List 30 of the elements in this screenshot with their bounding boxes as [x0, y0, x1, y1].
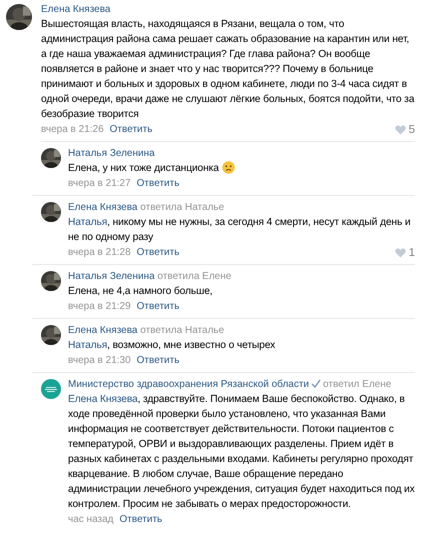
comment-text: Елена Князева, здравствуйте. Понимаем Ваше беспокойство. Однако, в ходе проведённой проверки было установлено, что указанная Вами информация не соответствует действительности. Потоки пациентов с температурой, ОРВИ и выздоравливающих разделены. Прием идёт в разных кабинетах с раздельными входами. Кабинеты регулярно проходят кварцевание. В любом случае, Ваше обращение передано администрации лечебного учреждения, ситуация будет находиться под их контролем. Просим не забывать о мерах предосторожности.	[68, 393, 415, 512]
comment-text: Наталья, возможно, мне известно о четырех	[68, 339, 276, 353]
comment-header: Елена Князева	[41, 3, 112, 17]
reply-link[interactable]: Ответить	[136, 246, 180, 260]
heart-icon[interactable]	[394, 248, 406, 258]
comment-header: Наталья Зеленина ответила Елене	[68, 270, 232, 284]
comment-header: Елена Князева ответила Наталье	[68, 201, 226, 215]
comment-header: Наталья Зеленина	[68, 147, 156, 161]
logo-icon	[41, 379, 61, 399]
reply-link[interactable]: Ответить	[136, 354, 180, 368]
comment-text: Вышестоящая власть, находящаяся в Рязани, вещала о том, что администрация района сама решает сажать образование на карантин или нет, а где наша уважаемая администрация? Где глава района? Он вообще появляется в районе и знает что у нас творится??? Почему в больнице принимают и больных и здоровых в одном кабинете, люди по 3-4 часа сидят в одной очереди, врачи даже не слушают лёгкие больных, боятся подойти, что за безобразие творится	[41, 18, 415, 122]
comment-header: Министерство здравоохранения Рязанской области ответил Елене	[68, 378, 392, 392]
comment-time: вчера в 21:30	[68, 354, 131, 368]
comment-text: Наталья, никому мы не нужны, за сегодня 4 смерти, несут каждый день и не по одному разу	[68, 216, 412, 245]
heart-icon[interactable]	[394, 125, 406, 135]
comment-time: час назад	[68, 513, 114, 527]
reply-link[interactable]: Ответить	[110, 123, 152, 137]
comment-time: вчера в 21:27	[68, 177, 131, 191]
comment-header: Елена Князева ответила Наталье	[68, 324, 226, 338]
reply-link[interactable]: Ответить	[120, 513, 162, 527]
comment-text: Елена, не 4,а намного больше,	[68, 285, 214, 299]
comment-time: вчера в 21:28	[68, 246, 131, 260]
like-count: 5	[408, 123, 415, 137]
reply-link[interactable]: Ответить	[136, 177, 180, 191]
comment-time: вчера в 21:29	[68, 300, 131, 314]
reply-link[interactable]: Ответить	[136, 300, 180, 314]
like-count: 1	[408, 246, 415, 260]
sad-face-icon	[222, 161, 235, 174]
comment-text: Елена, у них тоже дистанционка	[68, 161, 415, 176]
comment-time: вчера в 21:26	[41, 123, 104, 137]
